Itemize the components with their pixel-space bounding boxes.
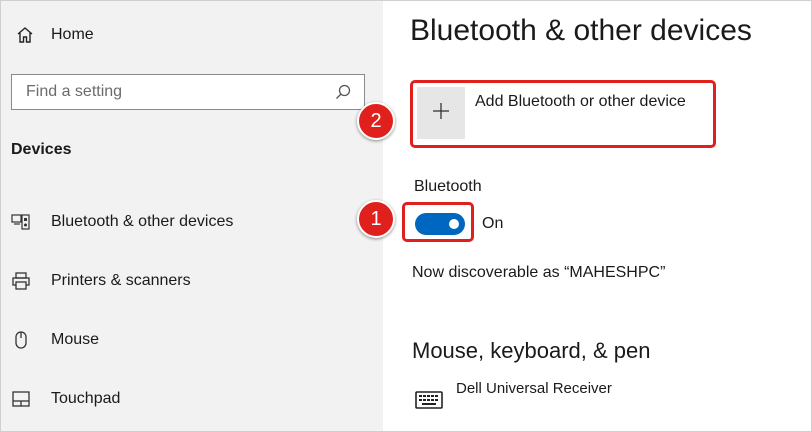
sidebar-home-label: Home bbox=[51, 26, 94, 43]
sidebar-item-mouse[interactable]: Mouse bbox=[11, 325, 99, 355]
search-icon[interactable] bbox=[334, 83, 352, 101]
section-title-devices: Devices bbox=[11, 141, 72, 158]
bluetooth-devices-icon bbox=[11, 212, 31, 232]
discoverable-text: Now discoverable as “MAHESHPC” bbox=[412, 264, 666, 281]
search-box[interactable] bbox=[11, 74, 365, 110]
bluetooth-toggle-highlight bbox=[402, 202, 474, 242]
bluetooth-state: On bbox=[482, 215, 504, 232]
sidebar-home[interactable]: Home bbox=[15, 21, 94, 49]
printer-icon bbox=[11, 271, 31, 291]
sidebar-item-bluetooth[interactable]: Bluetooth & other devices bbox=[11, 207, 233, 237]
step-badge-2: 2 bbox=[357, 102, 395, 140]
mouse-icon bbox=[11, 330, 31, 350]
search-input[interactable] bbox=[26, 83, 334, 101]
sidebar-item-touchpad[interactable]: Touchpad bbox=[11, 384, 120, 414]
page-title: Bluetooth & other devices bbox=[410, 14, 752, 47]
section-heading-mouse-keyboard-pen: Mouse, keyboard, & pen bbox=[412, 338, 651, 363]
add-device-button[interactable]: Add Bluetooth or other device bbox=[410, 80, 716, 148]
plus-icon bbox=[431, 101, 451, 126]
keyboard-icon bbox=[412, 388, 446, 412]
sidebar-item-label: Printers & scanners bbox=[51, 272, 191, 289]
bluetooth-toggle[interactable] bbox=[415, 213, 465, 235]
sidebar-item-printers[interactable]: Printers & scanners bbox=[11, 266, 191, 296]
add-device-label: Add Bluetooth or other device bbox=[475, 93, 686, 110]
sidebar-item-label: Mouse bbox=[51, 331, 100, 348]
bluetooth-label: Bluetooth bbox=[414, 178, 482, 195]
settings-sidebar: Home Devices Bluetooth & other devices P… bbox=[1, 1, 383, 431]
sidebar-item-label: Touchpad bbox=[51, 390, 121, 407]
device-name: Dell Universal Receiver bbox=[456, 380, 612, 397]
step-badge-1: 1 bbox=[357, 200, 395, 238]
sidebar-item-label: Bluetooth & other devices bbox=[51, 213, 234, 230]
home-icon bbox=[15, 25, 35, 45]
toggle-knob bbox=[449, 219, 459, 229]
add-tile bbox=[417, 87, 465, 139]
touchpad-icon bbox=[11, 389, 31, 409]
